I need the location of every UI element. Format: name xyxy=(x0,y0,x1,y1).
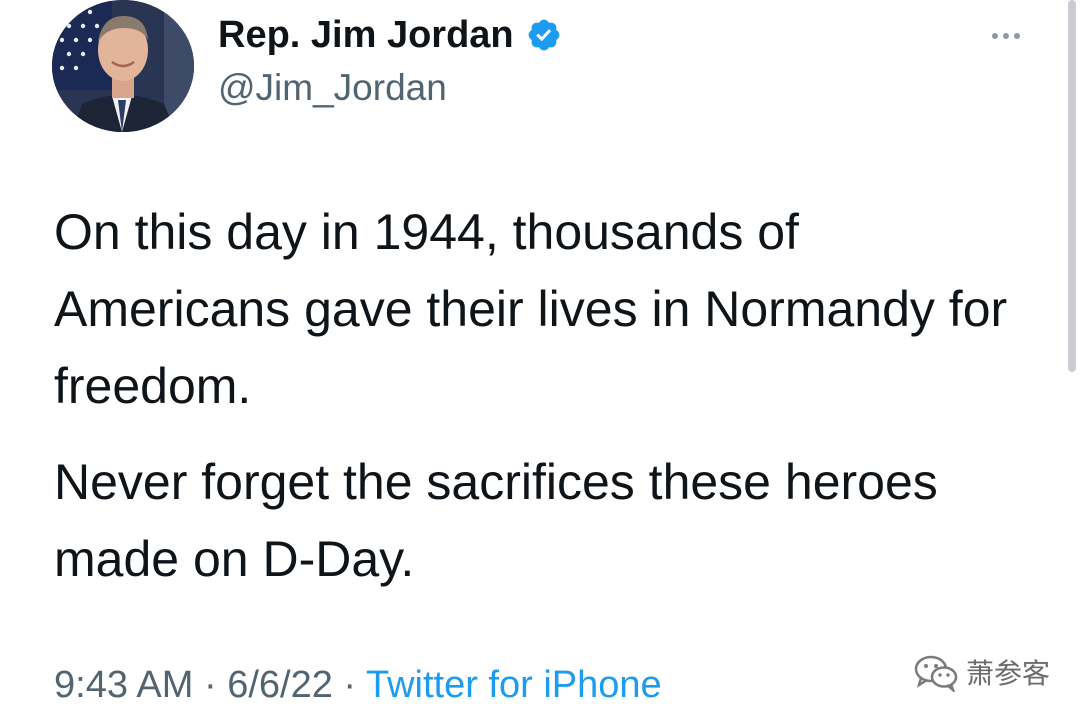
watermark: 萧参客 xyxy=(912,652,1050,692)
profile-photo xyxy=(52,0,194,132)
author-name-row[interactable]: Rep. Jim Jordan xyxy=(218,12,562,58)
more-options-icon[interactable] xyxy=(984,24,1028,48)
avatar[interactable] xyxy=(52,0,194,132)
verified-badge-icon xyxy=(528,19,560,51)
tweet-text: On this day in 1944, thousands of Americ… xyxy=(54,194,1034,598)
dot-icon xyxy=(1014,33,1020,39)
scrollbar[interactable] xyxy=(1068,0,1076,372)
tweet-date[interactable]: 6/6/22 xyxy=(227,664,333,706)
meta-separator: · xyxy=(343,664,357,706)
dot-icon xyxy=(992,33,998,39)
tweet-paragraph: On this day in 1944, thousands of Americ… xyxy=(54,204,1008,414)
tweet-paragraph: Never forget the sacrifices these heroes… xyxy=(54,454,938,587)
wechat-icon xyxy=(914,655,958,692)
meta-separator: · xyxy=(203,664,217,706)
author-handle[interactable]: @Jim_Jordan xyxy=(218,66,447,110)
dot-icon xyxy=(1003,33,1009,39)
watermark-text: 萧参客 xyxy=(966,658,1051,689)
tweet-time[interactable]: 9:43 AM xyxy=(54,664,193,706)
tweet-source-link[interactable]: Twitter for iPhone xyxy=(366,664,662,706)
author-display-name[interactable]: Rep. Jim Jordan xyxy=(218,12,514,58)
tweet-meta: 9:43 AM · 6/6/22 · Twitter for iPhone xyxy=(54,660,662,710)
